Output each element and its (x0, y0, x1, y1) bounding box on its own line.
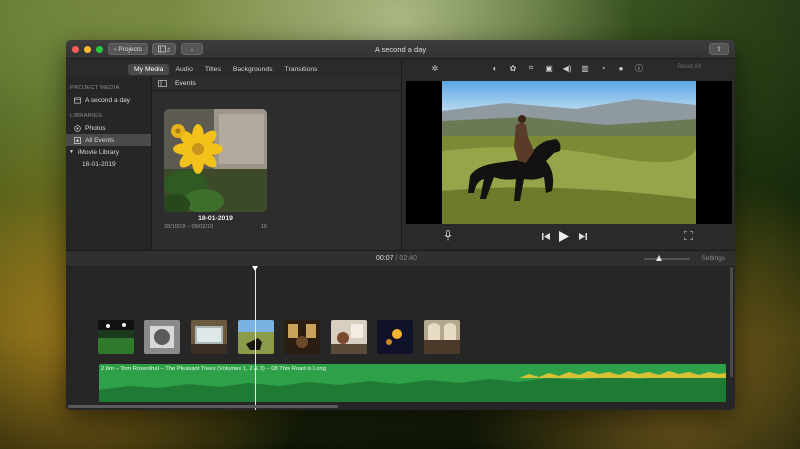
audio-track[interactable]: 2.6m – Tom Rosenthal – The Pleasant Tree… (99, 364, 726, 402)
audio-clip-label: 2.6m – Tom Rosenthal – The Pleasant Tree… (101, 366, 326, 372)
event-title: 18-01-2019 (198, 215, 233, 222)
zoom-slider-knob[interactable] (656, 255, 662, 261)
video-preview (406, 81, 732, 224)
events-header: Events (152, 77, 400, 91)
preview-frame (406, 81, 732, 224)
media-tabs: My Media Audio Titles Backgrounds Transi… (128, 64, 324, 75)
volume-icon[interactable]: ◀) (562, 63, 572, 73)
star-box-icon (74, 136, 81, 144)
timeline-header: 00:07 / 02:40 Settings (66, 250, 735, 267)
crop-icon[interactable]: ⌗ (526, 63, 536, 73)
magic-wand-icon[interactable]: ✲ (430, 63, 440, 73)
reset-all-button[interactable]: Reset All (677, 64, 701, 70)
current-time: 00:07 (376, 255, 394, 262)
sidebar-item-project[interactable]: A second a day (66, 94, 151, 106)
fullscreen-icon[interactable] (684, 231, 693, 240)
import-button[interactable]: ↓ (181, 43, 203, 55)
video-clip[interactable] (331, 320, 367, 354)
skip-forward-icon[interactable] (579, 233, 587, 240)
playback-controls (402, 228, 735, 246)
timeline[interactable]: 2.6m – Tom Rosenthal – The Pleasant Tree… (66, 266, 735, 410)
color-palette-icon[interactable]: ✿ (508, 63, 518, 73)
video-clip[interactable] (284, 320, 320, 354)
projects-button[interactable]: ‹ Projects (108, 43, 148, 55)
imovie-window: ‹ Projects ♫ ↓ A second a day ⇧ My Media… (66, 40, 735, 410)
library-sidebar: PROJECT MEDIA A second a day LIBRARIES P… (66, 77, 152, 250)
settings-button[interactable]: Settings (702, 255, 726, 262)
svg-text:♫: ♫ (166, 48, 170, 53)
playhead-knob[interactable] (252, 266, 258, 271)
stabilization-icon[interactable]: ▣ (544, 63, 554, 73)
tab-backgrounds[interactable]: Backgrounds (227, 64, 279, 75)
microphone-icon[interactable] (444, 230, 452, 241)
minimize-button[interactable] (84, 45, 91, 53)
media-toggle-button[interactable]: ♫ (152, 43, 176, 55)
chevron-left-icon: ‹ (114, 45, 117, 53)
event-thumbnail (164, 109, 267, 212)
timeline-horizontal-scrollbar[interactable] (68, 405, 338, 408)
adjustment-toolbar: ✲ ◐ ✿ ⌗ ▣ ◀) ▥ ◔ ● ⓘ Reset All (402, 59, 735, 77)
event-meta: 28/10/18 – 05/02/19 16 (164, 224, 267, 230)
tab-titles[interactable]: Titles (199, 64, 227, 75)
play-icon[interactable] (559, 231, 569, 242)
project-media-heading: PROJECT MEDIA (70, 85, 120, 91)
sidebar-item-library[interactable]: ▼ iMovie Library (66, 146, 151, 158)
equalizer-icon[interactable]: ▥ (580, 63, 590, 73)
event-date-range: 28/10/18 – 05/02/19 (164, 224, 213, 230)
photos-icon (74, 124, 81, 132)
download-arrow-icon: ↓ (190, 45, 194, 53)
filter-icon[interactable]: ● (616, 63, 626, 73)
video-clip[interactable] (98, 320, 134, 354)
libraries-heading: LIBRARIES (70, 113, 103, 119)
sidebar-toggle-icon[interactable] (158, 80, 167, 87)
time-separator: / (395, 255, 398, 262)
share-button[interactable]: ⇧ (709, 43, 729, 55)
sidebar-item-event[interactable]: 18-01-2019 (66, 158, 151, 170)
timeline-vertical-scrollbar[interactable] (730, 267, 733, 377)
sidebar-item-photos[interactable]: Photos (66, 122, 151, 134)
video-clip[interactable] (191, 320, 227, 354)
video-clip[interactable] (377, 320, 413, 354)
event-card[interactable]: 18-01-2019 28/10/18 – 05/02/19 16 (164, 109, 267, 230)
sidebar-item-all-events[interactable]: All Events (66, 134, 151, 146)
tab-audio[interactable]: Audio (169, 64, 198, 75)
playhead[interactable] (252, 266, 258, 410)
timecode-display: 00:07 / 02:40 (376, 255, 417, 262)
title-bar: ‹ Projects ♫ ↓ A second a day ⇧ (66, 40, 735, 59)
video-clip[interactable] (144, 320, 180, 354)
video-clip[interactable] (424, 320, 460, 354)
filmstrip-music-icon: ♫ (158, 45, 170, 53)
video-clip[interactable] (238, 320, 274, 354)
media-browser: Events 18-01-2019 28/10/18 – 05/02/19 16 (152, 77, 400, 250)
close-button[interactable] (72, 45, 79, 53)
disclosure-triangle-icon[interactable]: ▼ (69, 149, 74, 155)
share-icon: ⇧ (716, 46, 722, 53)
window-controls (72, 45, 103, 53)
info-icon[interactable]: ⓘ (634, 63, 644, 73)
speed-icon[interactable]: ◔ (598, 63, 608, 73)
tab-transitions[interactable]: Transitions (279, 64, 324, 75)
event-count: 16 (260, 224, 267, 230)
zoom-button[interactable] (96, 45, 103, 53)
viewer-panel: ✲ ◐ ✿ ⌗ ▣ ◀) ▥ ◔ ● ⓘ Reset All (401, 59, 735, 250)
events-label: Events (175, 80, 196, 87)
zoom-slider[interactable] (644, 255, 690, 261)
tab-my-media[interactable]: My Media (128, 64, 170, 75)
skip-back-icon[interactable] (542, 233, 550, 240)
total-duration: 02:40 (399, 255, 417, 262)
film-icon (74, 97, 81, 103)
color-balance-icon[interactable]: ◐ (490, 63, 500, 73)
